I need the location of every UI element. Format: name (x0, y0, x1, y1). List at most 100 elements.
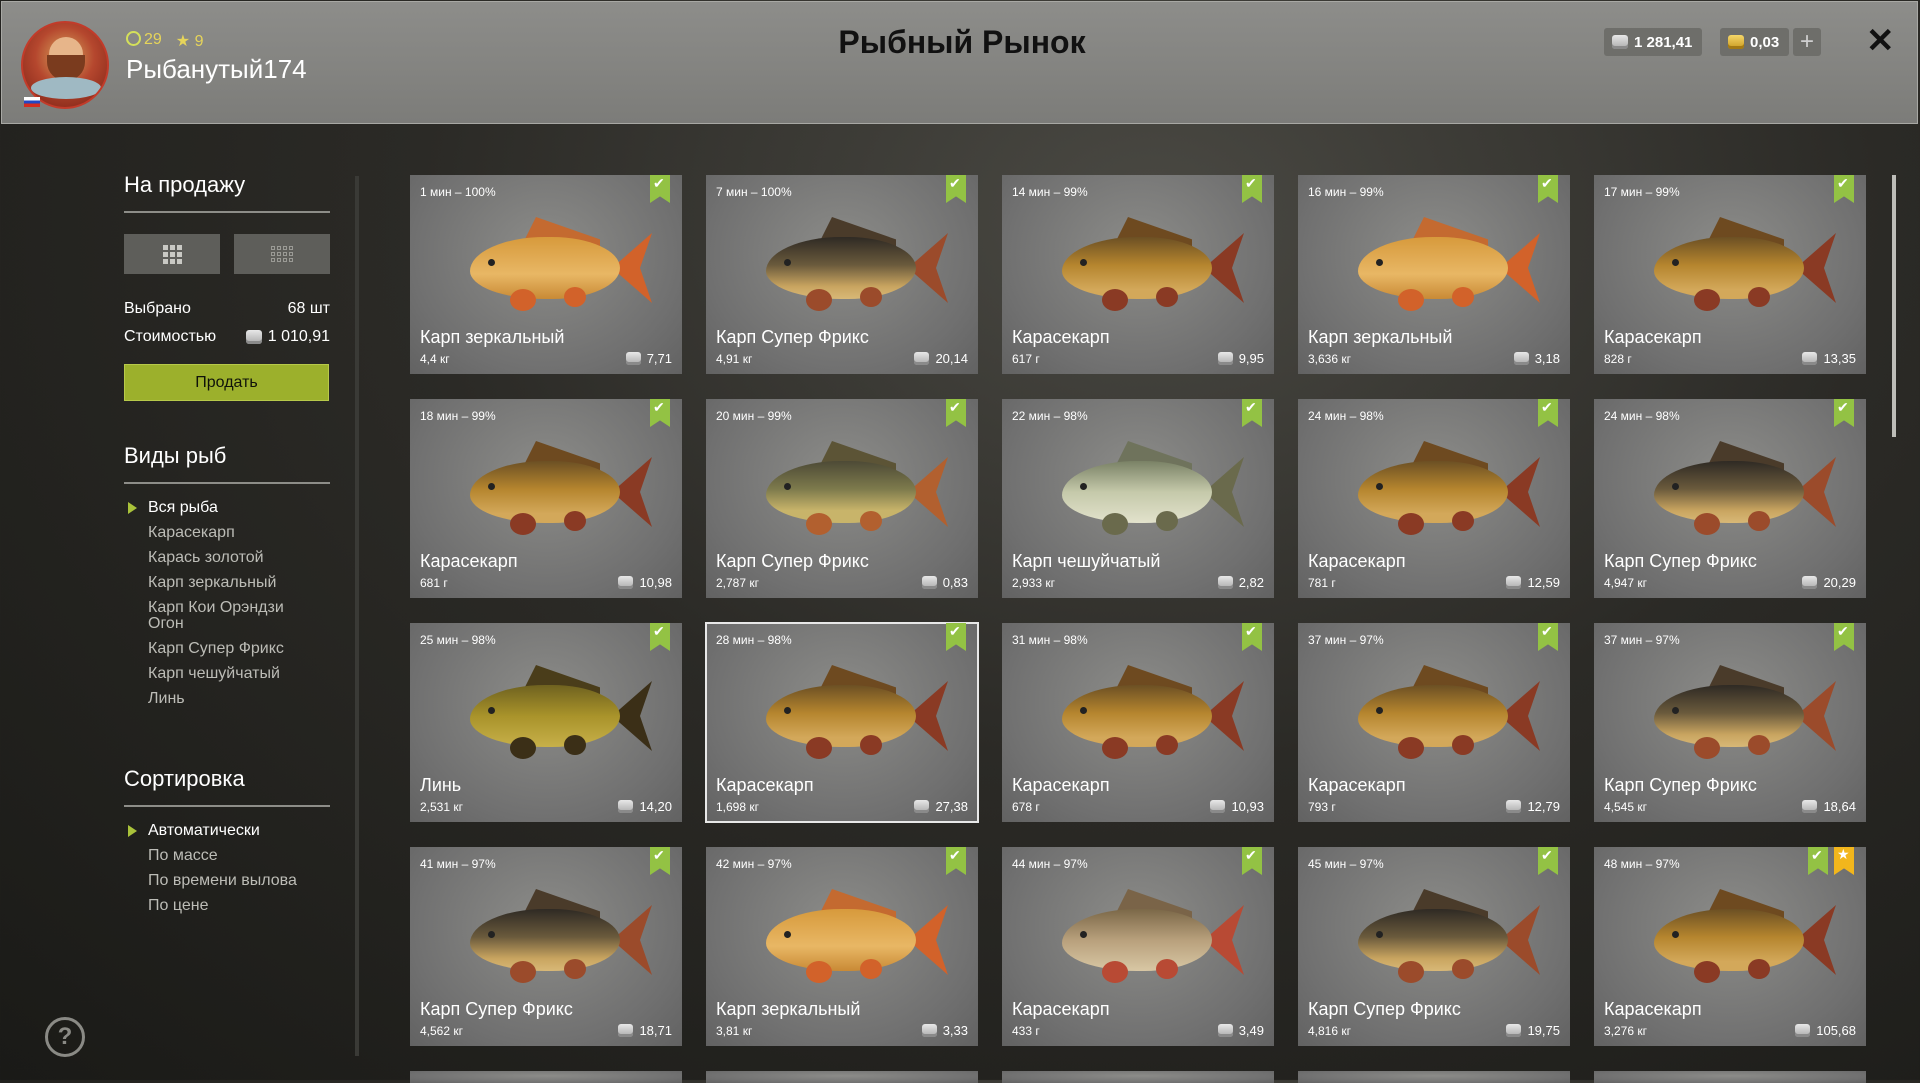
sort-item[interactable]: По времени вылова (148, 873, 297, 889)
fish-card[interactable]: 37 мин – 97% Карасекарп 793 г 12,79 (1298, 623, 1570, 822)
fish-name: Карп зеркальный (716, 999, 861, 1019)
fish-price: 10,98 (618, 575, 672, 590)
checkmark-tag-icon[interactable] (1834, 175, 1854, 203)
fish-card-partial[interactable] (410, 1071, 682, 1083)
catch-time: 25 мин – 98% (420, 633, 496, 647)
fish-card[interactable]: 1 мин – 100% Карп зеркальный 4,4 кг 7,71 (410, 175, 682, 374)
fish-card[interactable]: 20 мин – 99% Карп Супер Фрикс 2,787 кг 0… (706, 399, 978, 598)
checkmark-tag-icon[interactable] (1538, 399, 1558, 427)
checkmark-tag-icon[interactable] (1538, 847, 1558, 875)
species-item[interactable]: Карп Супер Фрикс (148, 641, 308, 657)
add-currency-button[interactable]: + (1793, 28, 1821, 56)
divider (124, 211, 330, 213)
star-tag-icon[interactable] (1834, 847, 1854, 875)
help-icon[interactable]: ? (45, 1017, 85, 1057)
sort-item[interactable]: По цене (148, 898, 297, 914)
sell-button[interactable]: Продать (124, 364, 329, 401)
species-item[interactable]: Карась золотой (148, 550, 308, 566)
checkmark-tag-icon[interactable] (1242, 175, 1262, 203)
fish-image (1328, 439, 1540, 549)
checkmark-tag-icon[interactable] (1242, 399, 1262, 427)
checkmark-tag-icon[interactable] (650, 623, 670, 651)
cost-value-wrap: 1 010,91 (245, 328, 330, 346)
species-item[interactable]: Карп чешуйчатый (148, 666, 308, 682)
fish-name: Карп чешуйчатый (1012, 551, 1161, 571)
fish-name: Карасекарп (1012, 775, 1110, 795)
fish-card[interactable]: 42 мин – 97% Карп зеркальный 3,81 кг 3,3… (706, 847, 978, 1046)
fish-name: Карасекарп (1604, 999, 1702, 1019)
silver-coin-icon (1612, 35, 1628, 49)
catch-time: 37 мин – 97% (1308, 633, 1384, 647)
fish-card[interactable]: 24 мин – 98% Карп Супер Фрикс 4,947 кг 2… (1594, 399, 1866, 598)
fish-image (1624, 663, 1836, 773)
fish-card[interactable]: 37 мин – 97% Карп Супер Фрикс 4,545 кг 1… (1594, 623, 1866, 822)
fish-card[interactable]: 31 мин – 98% Карасекарп 678 г 10,93 (1002, 623, 1274, 822)
checkmark-tag-icon[interactable] (946, 847, 966, 875)
fish-weight: 793 г (1308, 800, 1336, 814)
fish-price: 14,20 (618, 799, 672, 814)
fish-name: Карасекарп (1012, 999, 1110, 1019)
fish-card-partial[interactable] (1298, 1071, 1570, 1083)
fish-price: 2,82 (1217, 575, 1264, 590)
fish-image (1032, 439, 1244, 549)
checkmark-tag-icon[interactable] (1834, 623, 1854, 651)
checkmark-tag-icon[interactable] (650, 847, 670, 875)
fish-card[interactable]: 14 мин – 99% Карасекарп 617 г 9,95 (1002, 175, 1274, 374)
cost-value: 1 010,91 (267, 328, 330, 345)
fish-weight: 781 г (1308, 576, 1336, 590)
checkmark-tag-icon[interactable] (650, 399, 670, 427)
fish-card-partial[interactable] (1594, 1071, 1866, 1083)
fish-price: 12,59 (1506, 575, 1560, 590)
close-icon[interactable]: ✕ (1866, 24, 1895, 58)
fish-name: Карасекарп (1012, 327, 1110, 347)
fish-card[interactable]: 16 мин – 99% Карп зеркальный 3,636 кг 3,… (1298, 175, 1570, 374)
species-item[interactable]: Линь (148, 691, 308, 707)
catch-time: 24 мин – 98% (1604, 409, 1680, 423)
checkmark-tag-icon[interactable] (946, 623, 966, 651)
checkmark-tag-icon[interactable] (1834, 399, 1854, 427)
fish-image (736, 663, 948, 773)
catch-time: 17 мин – 99% (1604, 185, 1680, 199)
scrollbar[interactable] (1892, 175, 1896, 437)
fish-card[interactable]: 24 мин – 98% Карасекарп 781 г 12,59 (1298, 399, 1570, 598)
sort-item[interactable]: По массе (148, 848, 297, 864)
fish-card[interactable]: 28 мин – 98% Карасекарп 1,698 кг 27,38 (705, 622, 979, 823)
species-item[interactable]: Карп Кои Орэндзи Огон (148, 600, 308, 632)
fish-image (1328, 663, 1540, 773)
fish-card[interactable]: 41 мин – 97% Карп Супер Фрикс 4,562 кг 1… (410, 847, 682, 1046)
fish-card[interactable]: 18 мин – 99% Карасекарп 681 г 10,98 (410, 399, 682, 598)
fish-price: 12,79 (1506, 799, 1560, 814)
fish-card[interactable]: 44 мин – 97% Карасекарп 433 г 3,49 (1002, 847, 1274, 1046)
checkmark-tag-icon[interactable] (1808, 847, 1828, 875)
catch-time: 44 мин – 97% (1012, 857, 1088, 871)
small-grid-view-button[interactable] (234, 234, 330, 274)
checkmark-tag-icon[interactable] (946, 175, 966, 203)
selected-label: Выбрано (124, 300, 191, 317)
fish-card[interactable]: 17 мин – 99% Карасекарп 828 г 13,35 (1594, 175, 1866, 374)
catch-time: 42 мин – 97% (716, 857, 792, 871)
large-grid-view-button[interactable] (124, 234, 220, 274)
species-item[interactable]: Карасекарп (148, 525, 308, 541)
price-value: 3,49 (1238, 1023, 1264, 1038)
grid-large-icon (162, 244, 182, 264)
fish-card[interactable]: 7 мин – 100% Карп Супер Фрикс 4,91 кг 20… (706, 175, 978, 374)
fish-card-partial[interactable] (1002, 1071, 1274, 1083)
fish-card-partial[interactable] (706, 1071, 978, 1083)
checkmark-tag-icon[interactable] (650, 175, 670, 203)
checkmark-tag-icon[interactable] (1538, 623, 1558, 651)
fish-card[interactable]: 45 мин – 97% Карп Супер Фрикс 4,816 кг 1… (1298, 847, 1570, 1046)
sort-auto[interactable]: Автоматически (128, 823, 297, 839)
checkmark-tag-icon[interactable] (1538, 175, 1558, 203)
species-item[interactable]: Карп зеркальный (148, 575, 308, 591)
fish-card[interactable]: 25 мин – 98% Линь 2,531 кг 14,20 (410, 623, 682, 822)
checkmark-tag-icon[interactable] (946, 399, 966, 427)
species-all[interactable]: Вся рыба (128, 500, 308, 516)
silver-coin-icon (1513, 352, 1529, 365)
checkmark-tag-icon[interactable] (1242, 623, 1262, 651)
fish-card[interactable]: 48 мин – 97% Карасекарп 3,276 кг 105,68 (1594, 847, 1866, 1046)
fish-card[interactable]: 22 мин – 98% Карп чешуйчатый 2,933 кг 2,… (1002, 399, 1274, 598)
checkmark-tag-icon[interactable] (1242, 847, 1262, 875)
fish-name: Карасекарп (1308, 551, 1406, 571)
fish-name: Карп Супер Фрикс (716, 327, 869, 347)
grid-small-icon (271, 246, 293, 262)
